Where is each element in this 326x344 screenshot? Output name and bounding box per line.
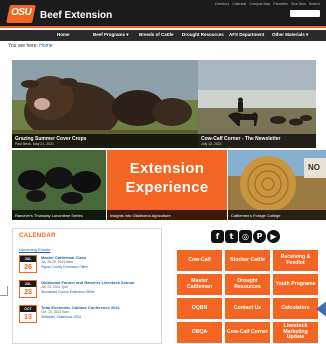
tile-caption-text: Insights into Oklahoma Agriculture [110, 212, 171, 218]
breadcrumb: You are here: Home [8, 43, 53, 49]
main-nav: Home Beef Programs ▾ Breeds of Cattle Dr… [0, 30, 326, 41]
event-date-badge: JUL 26 [19, 255, 37, 273]
calendar-event[interactable]: OCT 13 Total Economic Outlook Conference… [19, 305, 159, 325]
tile-lunchtime-series[interactable]: Rancher's Thursday Lunchtime Series [12, 150, 106, 220]
contact-us-button[interactable]: Contact Us [225, 298, 270, 319]
tile-extension-experience[interactable]: Extension Experience Insights into Oklah… [107, 150, 227, 220]
event-day: 26 [24, 264, 32, 271]
extension-title-line-2: Experience [125, 179, 209, 196]
extension-title-line-1: Extension [129, 160, 205, 177]
site-title[interactable]: Beef Extension [40, 10, 112, 21]
tile-forage-college[interactable]: NO Cattlemen's Forage College [228, 150, 326, 220]
pinterest-icon[interactable]: P [253, 230, 266, 243]
instagram-icon[interactable]: ◎ [239, 230, 252, 243]
divider-mark [0, 286, 8, 296]
nav-item-beef-programs[interactable]: Beef Programs ▾ [93, 32, 129, 38]
hero-feature-newsletter[interactable]: Cow-Calf Corner - The Newsletter July 12… [198, 60, 316, 148]
livestock-marketing-update-button[interactable]: Livestock Marketing Update [273, 322, 318, 343]
utility-link-search[interactable]: Search [309, 2, 320, 6]
twitter-icon[interactable]: t [225, 230, 238, 243]
event-location[interactable]: Stillwater, Oklahoma, OSU [41, 315, 81, 319]
hero-feature-cover-crops[interactable]: Grazing Summer Cover Crops Paul Beck, Ma… [12, 60, 198, 148]
site-header: OSU Beef Extension Directory Calendar Ca… [0, 0, 326, 28]
nav-item-drought-resources[interactable]: Drought Resources [182, 32, 224, 37]
pointer-arrow-icon [316, 301, 326, 317]
event-date-badge: JUL 23 [19, 280, 37, 298]
social-links: f t ◎ P ▶ [211, 230, 280, 243]
logo-text: OSU [11, 7, 32, 18]
facebook-icon[interactable]: f [211, 230, 224, 243]
hero-byline: Paul Beck, May 21, 2021 [15, 142, 54, 146]
event-day: 13 [24, 314, 32, 321]
search-input[interactable] [290, 10, 320, 17]
tile-caption: Cattlemen's Forage College [228, 210, 326, 220]
newsletter-caption: Cow-Calf Corner - The Newsletter July 12… [198, 134, 316, 148]
event-date: Jul. 23, 2021 7pm [41, 285, 68, 289]
calendar-event[interactable]: JUL 23 Oklahoma Farmer and Rancher Lives… [19, 280, 159, 300]
calendar-event[interactable]: JUL 26 Master Cattleman Class Jul. 26-29… [19, 255, 159, 275]
calculators-button[interactable]: Calculators [273, 298, 318, 319]
breadcrumb-home-link[interactable]: Home [39, 43, 52, 49]
youtube-icon[interactable]: ▶ [267, 230, 280, 243]
hero-title[interactable]: Grazing Summer Cover Crops [15, 136, 86, 142]
tile-caption-text: Rancher's Thursday Lunchtime Series [15, 212, 83, 218]
tile-caption: Insights into Oklahoma Agriculture [107, 210, 227, 220]
event-date-badge: OCT 13 [19, 305, 37, 323]
nav-item-other-materials[interactable]: Other Materials ▾ [272, 32, 308, 38]
utility-link-campus-map[interactable]: Campus Map [250, 2, 271, 6]
master-cattleman-button[interactable]: Master Cattleman [177, 274, 222, 295]
event-location[interactable]: Payne County Extension Office [41, 265, 88, 269]
nav-item-afs-department[interactable]: AFS Department [229, 32, 264, 37]
nav-item-home[interactable]: Home [57, 32, 70, 37]
tile-caption-text: Cattlemen's Forage College [231, 212, 281, 218]
event-day: 23 [24, 289, 32, 296]
event-date: Oct. 13, 2021 9am [41, 310, 69, 314]
newsletter-title[interactable]: Cow-Calf Corner - The Newsletter [201, 136, 280, 142]
hero-caption: Grazing Summer Cover Crops Paul Beck, Ma… [12, 134, 198, 148]
drought-resources-button[interactable]: Drought Resources [225, 274, 270, 295]
breadcrumb-prefix: You are here: [8, 43, 38, 49]
nav-item-breeds-of-cattle[interactable]: Breeds of Cattle [139, 32, 174, 37]
utility-links: Directory Calendar Campus Map Favorites … [215, 2, 320, 6]
tile-caption: Rancher's Thursday Lunchtime Series [12, 210, 106, 220]
cow-calf-button[interactable]: Cow-Calf [177, 250, 222, 271]
calendar-title: CALENDAR [19, 233, 56, 239]
cow-calf-corner-button[interactable]: Cow-Calf Corner [225, 322, 270, 343]
newsletter-date: July 12, 2021 [201, 142, 222, 146]
youth-programs-button[interactable]: Youth Programs [273, 274, 318, 295]
page: OSU Beef Extension Directory Calendar Ca… [0, 0, 326, 344]
calendar-panel: CALENDAR Upcoming Events JUL 26 Master C… [12, 228, 162, 344]
obqa-button[interactable]: OBQA [177, 322, 222, 343]
utility-link-calendar[interactable]: Calendar [232, 2, 246, 6]
utility-link-favorites[interactable]: Favorites [273, 2, 287, 6]
oqbn-button[interactable]: OQBN [177, 298, 222, 319]
event-date: Jul. 26-29, 2021 8am [41, 260, 73, 264]
event-location[interactable]: Woodward County Extension Office [41, 290, 94, 294]
utility-link-directory[interactable]: Directory [215, 2, 229, 6]
utility-link-give-now[interactable]: Give Now [291, 2, 306, 6]
stocker-cattle-button[interactable]: Stocker Cattle [225, 250, 270, 271]
quick-links-grid: Cow-Calf Stocker Cattle Receiving & Feed… [177, 250, 318, 344]
upcoming-events-link[interactable]: Upcoming Events [19, 247, 50, 252]
receiving-feedlot-button[interactable]: Receiving & Feedlot [273, 250, 318, 271]
tile-sign-text: NO [308, 163, 320, 172]
